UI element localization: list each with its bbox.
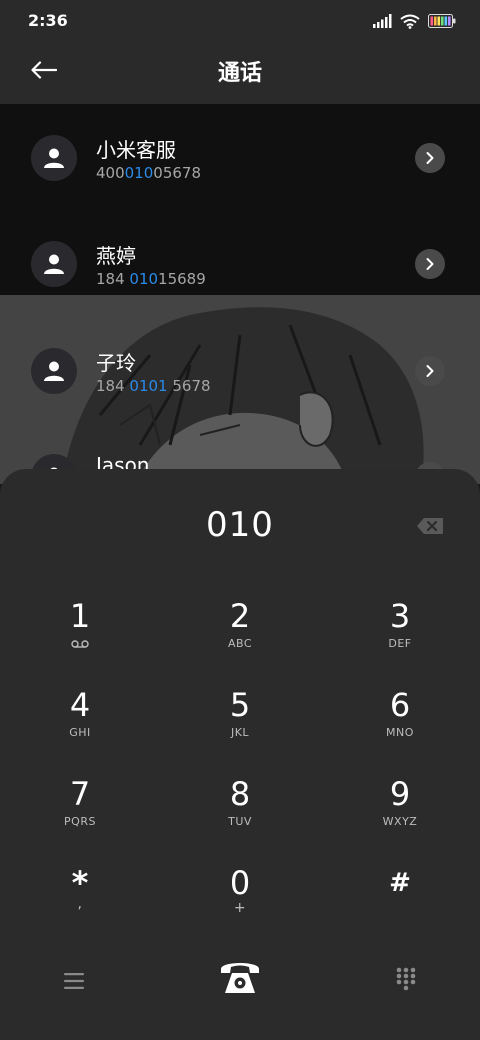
contact-name: 子玲 [96,351,136,375]
key-digit: 8 [229,775,251,813]
key-digit: 7 [69,775,91,813]
chevron-right-icon [426,152,434,164]
wifi-icon [400,14,420,29]
number-prefix: 400 [96,164,125,182]
person-icon [44,361,64,381]
number-match: 0101 [129,377,168,395]
contact-number: 184 0101 5678 [96,377,211,395]
menu-button[interactable] [58,965,90,997]
dialer-bottom-bar [0,949,480,1029]
status-time: 2:36 [28,11,68,30]
chevron-right-icon [426,258,434,270]
key-2[interactable]: 2 ABC [190,597,290,677]
key-digit: 4 [69,686,91,724]
signal-icon [373,14,392,28]
dialpad-toggle-button[interactable] [390,963,422,995]
key-digit: 0 [229,864,251,902]
number-suffix: 5678 [167,377,211,395]
contact-details-button[interactable] [415,249,445,279]
contact-number: 40001005678 [96,164,201,182]
contact-number: 184 01015689 [96,270,206,288]
avatar [31,348,77,394]
dialpad-icon [396,967,416,991]
dialed-number: 010 [206,505,274,545]
key-9[interactable]: 9 WXYZ [350,775,450,855]
contact-row[interactable]: 小米客服 40001005678 [0,104,480,210]
chevron-right-icon [426,365,434,377]
backspace-icon [417,518,443,534]
key-0[interactable]: 0 + [190,864,290,944]
key-letters: JKL [230,726,250,739]
key-letters: , [77,896,83,912]
key-5[interactable]: 5 JKL [190,686,290,766]
key-digit: 2 [229,597,251,635]
key-4[interactable]: 4 GHI [30,686,130,766]
avatar [31,135,77,181]
key-letters: ABC [227,637,253,650]
number-suffix: 05678 [153,164,201,182]
call-button[interactable] [212,949,268,1001]
key-digit: 5 [229,686,251,724]
avatar [31,241,77,287]
key-3[interactable]: 3 DEF [350,597,450,677]
key-digit: 1 [69,597,91,635]
number-match: 010 [124,164,154,182]
battery-icon [428,14,456,28]
key-8[interactable]: 8 TUV [190,775,290,855]
contact-name: 小米客服 [96,138,176,162]
contact-details-button[interactable] [415,356,445,386]
backspace-button[interactable] [416,517,444,535]
key-7[interactable]: 7 PQRS [30,775,130,855]
person-icon [44,148,64,168]
key-hash[interactable]: # [350,864,450,944]
contact-name: 燕婷 [96,244,136,268]
key-digit: 3 [389,597,411,635]
menu-icon [64,973,84,989]
status-bar: 2:36 [0,0,480,42]
key-letters: PQRS [64,815,96,828]
key-letters: WXYZ [382,815,418,828]
status-icons [373,12,456,30]
key-letters: MNO [386,726,414,739]
key-star[interactable]: * , [30,864,130,944]
contact-details-button[interactable] [415,143,445,173]
page-title: 通话 [217,61,262,86]
dialpad: 010 1 2 ABC 3 DEF 4 GHI 5 JKL 6 MNO 7 PQ… [0,469,480,1040]
contact-row[interactable]: 子玲 184 0101 5678 [0,317,480,423]
key-letters: + [233,900,247,916]
contact-row[interactable]: 燕婷 184 01015689 [0,210,480,316]
number-prefix: 184 [96,270,130,288]
number-suffix: 15689 [158,270,206,288]
number-match: 010 [129,270,159,288]
phone-icon [221,963,259,993]
key-digit: # [389,868,411,898]
app-header: 通话 [0,42,480,104]
key-letters: DEF [388,637,412,650]
number-prefix: 184 [96,377,130,395]
person-icon [44,254,64,274]
voicemail-icon [71,640,89,648]
key-letters: GHI [69,726,91,739]
key-digit: 6 [389,686,411,724]
key-1[interactable]: 1 [30,597,130,677]
key-digit: 9 [389,775,411,813]
contact-list[interactable]: 小米客服 40001005678 燕婷 184 01015689 子玲 184 … [0,104,480,484]
key-6[interactable]: 6 MNO [350,686,450,766]
key-letters: TUV [228,815,252,828]
